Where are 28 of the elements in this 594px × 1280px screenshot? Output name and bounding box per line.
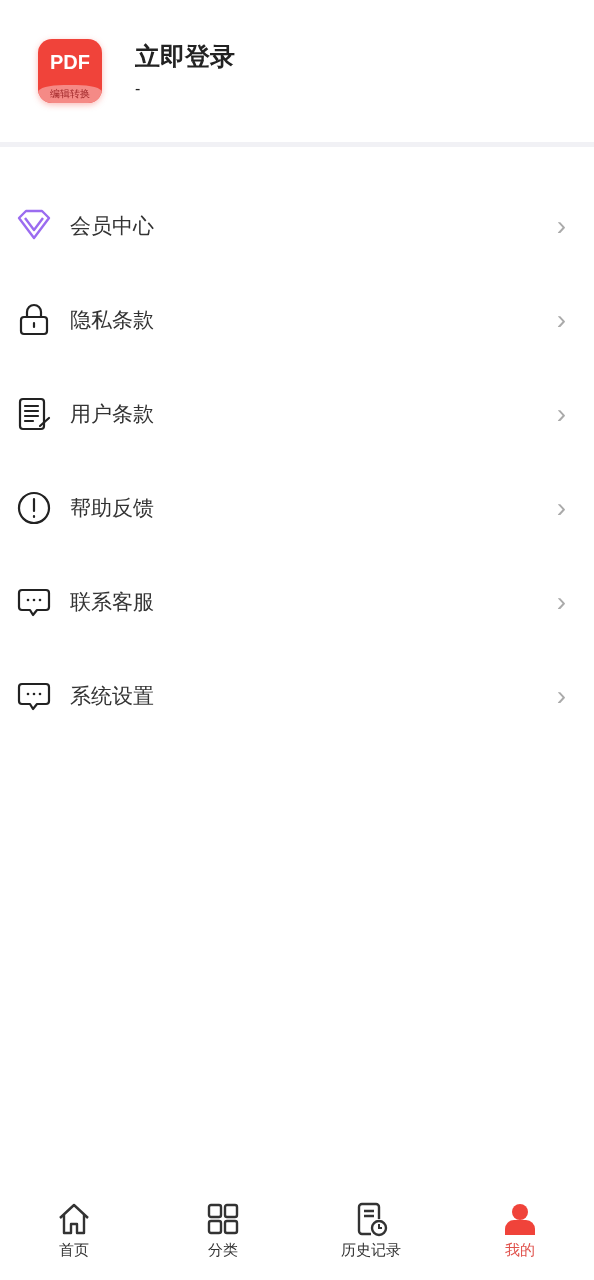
chevron-icon: › [556,682,566,710]
tab-label[interactable]: 历史记录 [341,1239,402,1262]
tab-label[interactable]: 分类 [207,1239,238,1262]
menu-label: 用户条款 [70,401,154,428]
menu-item[interactable]: 隐私条款 › [0,273,594,367]
menu-item[interactable]: 联系客服 › [0,555,594,649]
menu-label: 隐私条款 [70,307,154,334]
menu-label: 联系客服 [70,589,154,616]
chevron-icon: › [556,494,566,522]
document-icon [16,396,52,432]
menu-item[interactable]: 用户条款 › [0,367,594,461]
login-title[interactable]: 立即登录 [135,41,235,73]
chevron-icon: › [556,588,566,616]
menu-item[interactable]: 会员中心 › [0,179,594,273]
alert-icon [16,490,52,526]
tab-label[interactable]: 我的 [504,1239,535,1262]
chevron-icon: › [556,212,566,240]
chevron-icon: › [556,400,566,428]
profile-detail: - [135,78,142,99]
logo-subtitle: 编辑转换 [38,85,102,103]
logo-text: PDF [50,52,90,72]
menu-label: 帮助反馈 [70,495,154,522]
menu-label: 系统设置 [70,683,154,710]
tab-label[interactable]: 首页 [59,1239,90,1262]
menu-label: 会员中心 [70,213,154,240]
menu-item[interactable]: 帮助反馈 › [0,461,594,555]
menu-item[interactable]: 系统设置 › [0,649,594,743]
chevron-icon: › [556,306,566,334]
